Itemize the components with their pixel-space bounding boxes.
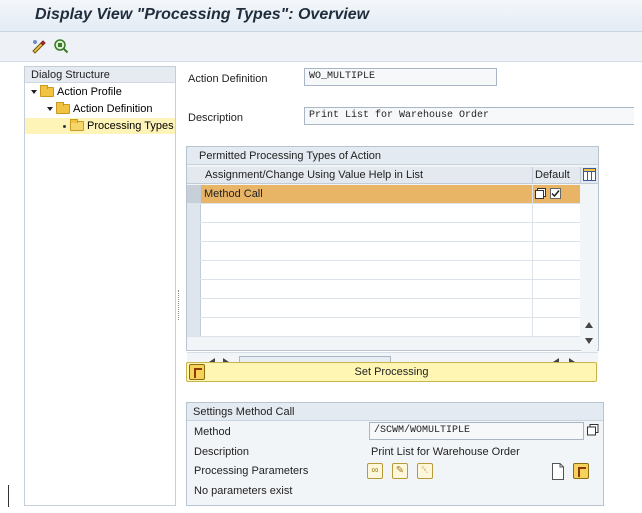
expand-icon[interactable] xyxy=(31,90,37,95)
column-header-assignment[interactable]: Assignment/Change Using Value Help in Li… xyxy=(205,169,423,181)
window-edge xyxy=(8,485,9,507)
method-field[interactable]: /SCWM/WOMULTIPLE xyxy=(369,422,584,440)
row-selector[interactable] xyxy=(187,223,201,241)
toolbar xyxy=(0,32,642,62)
cell-divider xyxy=(532,318,533,336)
tree-node-label: Processing Types xyxy=(87,120,174,132)
row-selector[interactable] xyxy=(187,204,201,222)
expand-icon[interactable] xyxy=(47,107,53,112)
trash-delete-icon[interactable]: ␡ xyxy=(417,463,433,479)
title-bar: Display View "Processing Types": Overvie… xyxy=(0,0,642,32)
row-selector[interactable] xyxy=(187,261,201,279)
column-header-default[interactable]: Default xyxy=(535,169,570,181)
table-row[interactable]: Method Call xyxy=(187,185,580,204)
set-processing-label: Set Processing xyxy=(354,366,429,378)
tree-node-label: Action Profile xyxy=(57,86,122,98)
row-selector[interactable] xyxy=(187,299,201,317)
tree-node-action-profile[interactable]: Action Profile xyxy=(31,84,122,100)
column-separator xyxy=(580,167,581,184)
dialog-structure-header: Dialog Structure xyxy=(25,67,175,83)
cell-divider xyxy=(532,185,533,203)
table-header: Assignment/Change Using Value Help in Li… xyxy=(187,167,598,184)
row-selector[interactable] xyxy=(187,318,201,336)
display-change-icon[interactable] xyxy=(30,37,48,55)
row-value[interactable]: Method Call xyxy=(204,188,263,200)
action-definition-label: Action Definition xyxy=(188,73,268,85)
cell-divider xyxy=(532,223,533,241)
bullet-icon xyxy=(63,124,66,128)
table-settings-icon[interactable] xyxy=(583,168,596,181)
row-selector[interactable] xyxy=(187,280,201,298)
description-value: Print List for Warehouse Order xyxy=(371,446,520,458)
tree-node-processing-types[interactable]: Processing Types xyxy=(25,118,175,134)
action-definition-field[interactable]: WO_MULTIPLE xyxy=(304,68,497,86)
settings-method-call-group: Settings Method Call Method /SCWM/WOMULT… xyxy=(186,402,604,506)
group-title: Settings Method Call xyxy=(187,403,603,421)
set-processing-button[interactable]: Set Processing xyxy=(186,362,597,382)
tree-node-label: Action Definition xyxy=(73,103,153,115)
value-help-icon[interactable] xyxy=(535,188,546,199)
other-view-icon[interactable] xyxy=(52,37,70,55)
tree-node-action-definition[interactable]: Action Definition xyxy=(47,101,153,117)
dialog-structure-panel: Dialog Structure Action Profile Action D… xyxy=(24,66,176,506)
column-separator xyxy=(532,167,533,184)
cell-divider xyxy=(532,280,533,298)
scroll-up-icon[interactable] xyxy=(585,322,593,328)
method-label: Method xyxy=(194,426,231,438)
group-title: Permitted Processing Types of Action xyxy=(187,147,598,165)
processing-parameters-label: Processing Parameters xyxy=(194,465,309,477)
scroll-down-icon[interactable] xyxy=(585,338,593,344)
cell-divider xyxy=(532,261,533,279)
row-selector[interactable] xyxy=(187,242,201,260)
new-document-icon[interactable] xyxy=(550,463,566,480)
panel-splitter[interactable] xyxy=(178,290,180,320)
vertical-scrollbar[interactable] xyxy=(581,204,597,352)
table-row[interactable] xyxy=(187,318,580,337)
description-label: Description xyxy=(194,446,250,458)
description-field[interactable]: Print List for Warehouse Order xyxy=(304,107,634,125)
pencil-edit-icon[interactable]: ✎ xyxy=(392,463,408,479)
permitted-processing-group: Permitted Processing Types of Action Ass… xyxy=(186,146,599,370)
description-label: Description xyxy=(188,112,244,124)
table-row[interactable] xyxy=(187,242,580,261)
table-row[interactable] xyxy=(187,280,580,299)
processing-icon[interactable] xyxy=(573,463,589,479)
default-checkbox[interactable] xyxy=(550,188,561,199)
cell-divider xyxy=(532,242,533,260)
table-row[interactable] xyxy=(187,204,580,223)
folder-icon xyxy=(40,85,54,98)
glasses-display-icon[interactable]: ∞ xyxy=(367,463,383,479)
table-row[interactable] xyxy=(187,261,580,280)
no-parameters-text: No parameters exist xyxy=(194,485,293,497)
row-selector[interactable] xyxy=(187,185,201,203)
value-help-icon[interactable] xyxy=(587,424,599,436)
table-row[interactable] xyxy=(187,223,580,242)
page-title: Display View "Processing Types": Overvie… xyxy=(35,6,370,23)
cell-divider xyxy=(532,204,533,222)
cell-divider xyxy=(532,299,533,317)
open-folder-icon xyxy=(70,119,84,132)
table-row[interactable] xyxy=(187,299,580,318)
folder-icon xyxy=(56,102,70,115)
